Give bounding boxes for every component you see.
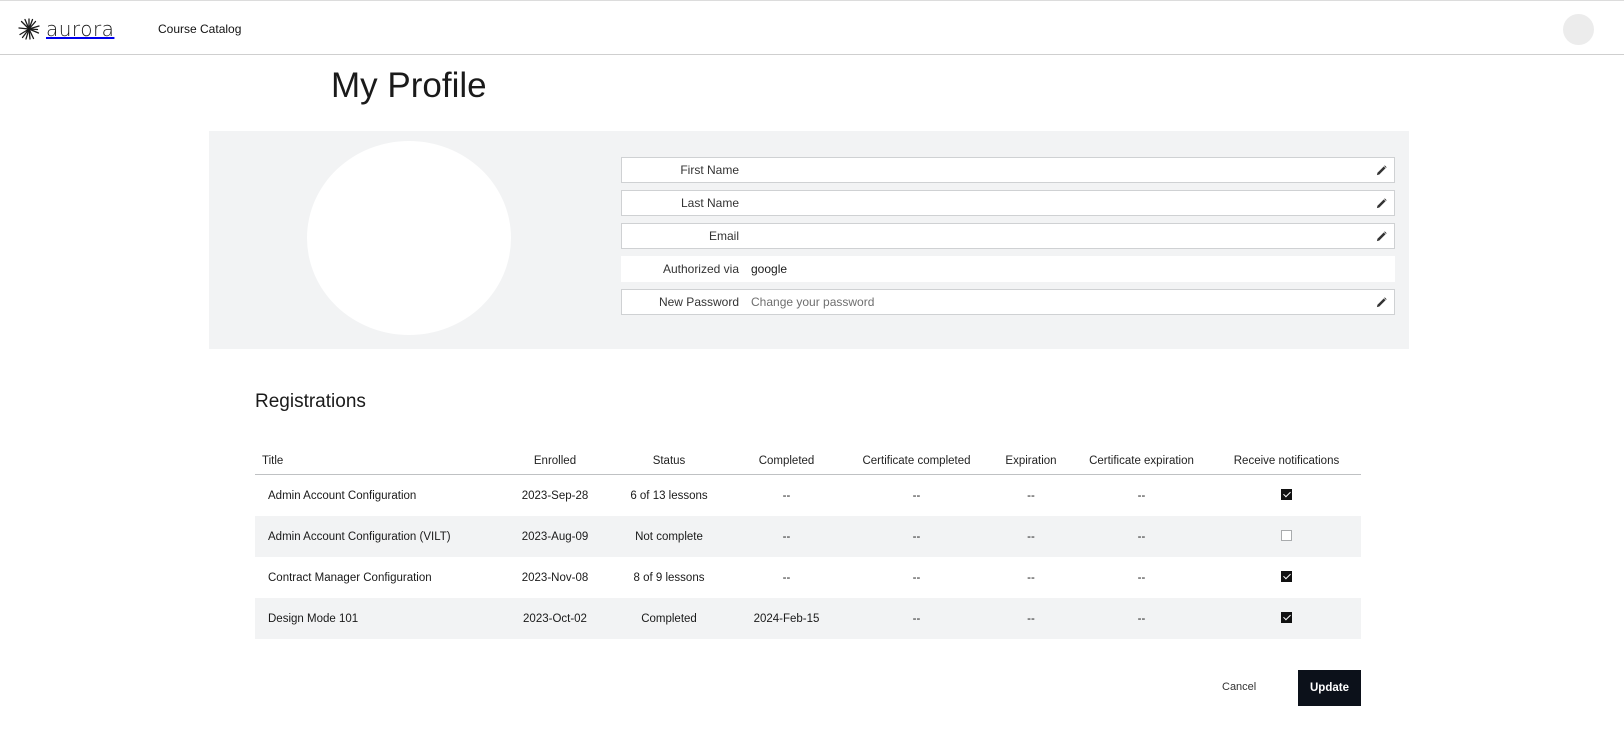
certificate-expiration: -- (1071, 598, 1212, 639)
last-name-field: Last Name (621, 190, 1395, 216)
table-row: Admin Account Configuration (VILT) 2023-… (255, 516, 1361, 557)
completed-date: -- (782, 489, 791, 502)
last-name-label: Last Name (680, 196, 739, 210)
expiration: -- (991, 516, 1071, 557)
notification-checkbox[interactable] (1281, 529, 1292, 541)
authorized-via-field: Authorized via google (621, 256, 1395, 282)
profile-panel: First Name Last Name Email Authorized vi… (209, 131, 1409, 349)
column-header-completed[interactable]: Completed (731, 448, 842, 475)
new-password-label: New Password (658, 295, 739, 309)
expiration: -- (1027, 489, 1035, 502)
email-label: Email (708, 229, 739, 243)
status-text: 6 of 13 lessons (630, 489, 708, 502)
new-password-input[interactable] (751, 295, 1368, 309)
pencil-icon[interactable] (1368, 158, 1394, 182)
status-text: 8 of 9 lessons (633, 571, 705, 584)
notification-cell (1212, 598, 1361, 639)
notification-cell (1212, 557, 1361, 598)
table-row: Contract Manager Configuration 2023-Nov-… (255, 557, 1361, 598)
table-row: Admin Account Configuration 2023-Sep-28 … (255, 475, 1361, 517)
first-name-field: First Name (621, 157, 1395, 183)
first-name-input[interactable] (751, 163, 1368, 177)
brand-name: aurora (46, 17, 115, 41)
enrolled-date: 2023-Aug-09 (503, 516, 607, 557)
enrolled-date: 2023-Nov-08 (521, 571, 589, 584)
course-title[interactable]: Admin Account Configuration (VILT) (255, 516, 503, 557)
status-text: Not complete (607, 516, 731, 557)
first-name-label: First Name (680, 163, 739, 177)
email-input[interactable] (751, 229, 1368, 243)
completed-date: -- (731, 516, 842, 557)
pencil-icon[interactable] (1368, 290, 1394, 314)
update-button[interactable]: Update (1298, 670, 1361, 706)
last-name-input[interactable] (751, 196, 1368, 210)
registrations-table: Title Enrolled Status Completed Certific… (255, 448, 1361, 639)
column-header-enrolled[interactable]: Enrolled (503, 448, 607, 475)
certificate-expiration: -- (1071, 516, 1212, 557)
status-text: Completed (607, 598, 731, 639)
completed-date: 2024-Feb-15 (731, 598, 842, 639)
course-title[interactable]: Contract Manager Configuration (255, 557, 503, 598)
certificate-expiration: -- (1137, 489, 1146, 502)
column-header-certificate-completed[interactable]: Certificate completed (842, 448, 991, 475)
notification-cell (1212, 475, 1361, 517)
authorized-via-value: google (751, 262, 788, 276)
registrations-heading: Registrations (255, 391, 366, 412)
pencil-icon[interactable] (1368, 191, 1394, 215)
column-header-status[interactable]: Status (607, 448, 731, 475)
notification-checkbox[interactable] (1281, 611, 1292, 623)
column-header-receive-notifications[interactable]: Receive notifications (1212, 448, 1361, 475)
cancel-button[interactable]: Cancel (1222, 681, 1256, 693)
completed-date: -- (782, 571, 791, 584)
course-title[interactable]: Admin Account Configuration (255, 475, 503, 517)
top-navigation-bar: aurora Course Catalog (0, 0, 1624, 55)
new-password-field: New Password (621, 289, 1395, 315)
email-field: Email (621, 223, 1395, 249)
certificate-completed: -- (842, 598, 991, 639)
page-title: My Profile (331, 66, 487, 105)
certificate-completed: -- (842, 516, 991, 557)
column-header-expiration[interactable]: Expiration (991, 448, 1071, 475)
notification-cell (1212, 516, 1361, 557)
column-header-certificate-expiration[interactable]: Certificate expiration (1071, 448, 1212, 475)
certificate-expiration: -- (1137, 571, 1146, 584)
nav-course-catalog[interactable]: Course Catalog (158, 22, 241, 36)
pencil-icon[interactable] (1368, 224, 1394, 248)
table-header-row: Title Enrolled Status Completed Certific… (255, 448, 1361, 475)
expiration: -- (1027, 571, 1035, 584)
brand-logo[interactable]: aurora (18, 17, 114, 41)
column-header-title[interactable]: Title (255, 448, 503, 475)
enrolled-date: 2023-Oct-02 (503, 598, 607, 639)
table-row: Design Mode 101 2023-Oct-02 Completed 20… (255, 598, 1361, 639)
enrolled-date: 2023-Sep-28 (521, 489, 589, 502)
authorized-via-label: Authorized via (662, 262, 739, 276)
user-avatar[interactable] (1563, 14, 1594, 45)
expiration: -- (991, 598, 1071, 639)
certificate-completed: -- (912, 489, 921, 502)
certificate-completed: -- (912, 571, 921, 584)
notification-checkbox[interactable] (1281, 488, 1292, 500)
course-title[interactable]: Design Mode 101 (255, 598, 503, 639)
profile-photo[interactable] (307, 141, 511, 335)
aurora-burst-icon (18, 18, 40, 40)
notification-checkbox[interactable] (1281, 570, 1292, 582)
